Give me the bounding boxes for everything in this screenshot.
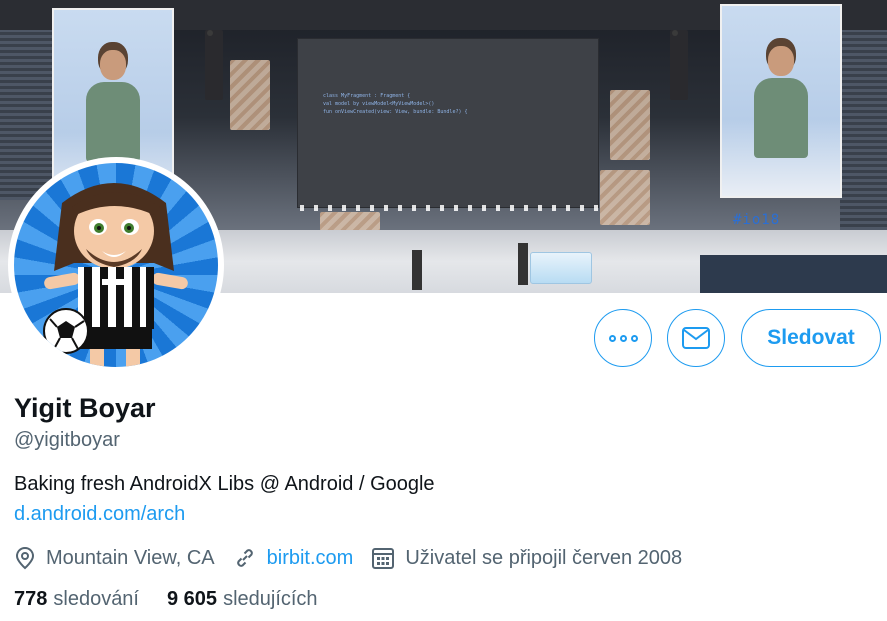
map-pin-icon	[15, 546, 35, 570]
avatar[interactable]	[8, 157, 224, 373]
stage-presenter	[518, 243, 528, 285]
location-text: Mountain View, CA	[46, 546, 215, 569]
link-icon	[236, 549, 253, 567]
following-link[interactable]: 778 sledování	[14, 588, 139, 611]
followers-count: 9 605	[167, 588, 218, 610]
bio-link[interactable]: d.android.com/arch	[14, 503, 185, 526]
io-logo: #io18	[733, 212, 781, 228]
stage-truss	[610, 90, 650, 160]
location-item: Mountain View, CA	[14, 546, 215, 570]
following-count: 778	[14, 588, 48, 610]
joined-text: Uživatel se připojil červen 2008	[405, 546, 683, 569]
code-line: fun onViewCreated(view: View, bundle: Bu…	[323, 109, 468, 115]
more-horizontal-icon	[608, 334, 638, 342]
envelope-icon	[682, 327, 710, 349]
website-link[interactable]: birbit.com	[267, 547, 354, 570]
cartoon-footballer-icon	[43, 183, 188, 367]
stage-truss	[230, 60, 270, 130]
follow-button[interactable]: Sledovat	[741, 309, 881, 367]
profile-stats: 778 sledování 9 605 sledujících	[14, 588, 346, 611]
profile-meta: Mountain View, CA birbit.com Uživatel se…	[14, 544, 700, 572]
following-label: sledování	[53, 588, 139, 610]
stage-presenter	[412, 250, 422, 290]
joined-item: Uživatel se připojil červen 2008	[371, 546, 682, 570]
profile-name: Yigit Boyar	[14, 393, 156, 423]
audience-area	[700, 255, 887, 293]
avatar-image	[14, 163, 218, 367]
code-line: class MyFragment : Fragment {	[323, 93, 411, 99]
message-button[interactable]	[667, 309, 725, 367]
calendar-icon	[372, 548, 395, 569]
stage-truss	[600, 170, 650, 225]
led-wall-right	[840, 30, 887, 230]
stage-podium	[530, 252, 592, 284]
speaker	[205, 30, 223, 100]
code-line: val model by viewModel<MyViewModel>()	[323, 101, 435, 107]
stage-lights	[300, 205, 600, 211]
speaker-figure	[750, 46, 810, 196]
followers-label: sledujících	[223, 588, 318, 610]
speaker	[670, 30, 688, 100]
side-screen-right	[720, 4, 842, 198]
followers-link[interactable]: 9 605 sledujících	[167, 588, 318, 611]
more-button[interactable]	[594, 309, 652, 367]
profile-bio: Baking fresh AndroidX Libs @ Android / G…	[14, 473, 435, 495]
profile-handle: @yigitboyar	[14, 429, 120, 451]
website-item[interactable]: birbit.com	[233, 546, 354, 570]
presentation-screen: class MyFragment : Fragment { val model …	[297, 38, 599, 208]
